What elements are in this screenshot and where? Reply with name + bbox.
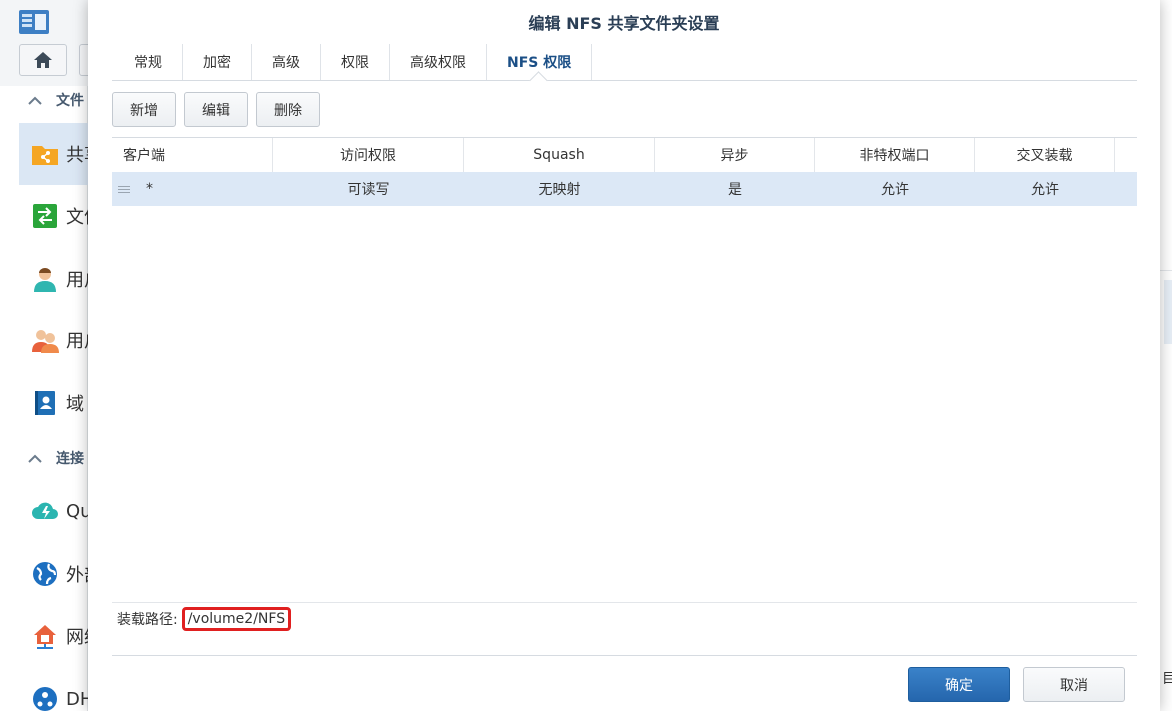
mount-path-value: /volume2/NFS — [181, 607, 292, 631]
sidebar-item-external-access[interactable]: 外部 — [19, 543, 88, 605]
column-header-async[interactable]: 异步 — [655, 138, 815, 172]
cancel-button[interactable]: 取消 — [1023, 667, 1125, 702]
column-header-spacer — [1115, 138, 1137, 172]
section-label: 连接 — [56, 451, 84, 467]
section-connectivity[interactable]: 连接 — [0, 445, 88, 471]
file-services-icon — [33, 204, 57, 228]
sidebar-item-label: 用户 — [66, 331, 88, 352]
sidebar-item-label: 网络 — [66, 627, 88, 648]
tab-bar: 常规 加密 高级 权限 高级权限 NFS 权限 — [112, 44, 1137, 81]
toolbar: 新增 编辑 删除 — [112, 92, 320, 127]
cell-non-privileged-port: 允许 — [881, 182, 909, 198]
divider — [1160, 270, 1172, 271]
table-header: 客户端 访问权限 Squash 异步 非特权端口 交叉装载 — [112, 138, 1137, 172]
mount-path-label: 装载路径: — [117, 612, 178, 628]
cell-squash: 无映射 — [538, 182, 581, 198]
sidebar-item-label: Qu — [66, 500, 88, 522]
dhcp-icon — [33, 687, 57, 711]
section-file-sharing[interactable]: 文件 — [0, 87, 88, 113]
cell-cross-mount: 允许 — [1031, 182, 1059, 198]
client-value: * — [146, 181, 153, 197]
sidebar-item-quickconnect[interactable]: Qu — [19, 480, 88, 542]
external-access-icon — [33, 562, 57, 586]
edit-button[interactable]: 编辑 — [184, 92, 248, 127]
mount-path-row: 装载路径: /volume2/NFS — [117, 604, 292, 634]
dialog-title: 编辑 NFS 共享文件夹设置 — [528, 14, 720, 33]
tab-encryption[interactable]: 加密 — [183, 44, 252, 80]
sidebar-item-user[interactable]: 用户 — [19, 248, 88, 310]
nfs-rules-table: 客户端 访问权限 Squash 异步 非特权端口 交叉装载 * 可读写 无映射 … — [112, 137, 1137, 603]
selected-row-edge — [1164, 280, 1172, 344]
sidebar-header — [0, 0, 99, 86]
add-button[interactable]: 新增 — [112, 92, 176, 127]
sidebar-item-group[interactable]: 用户 — [19, 309, 88, 371]
cell-async: 是 — [728, 182, 742, 198]
sidebar-item-label: 共享 — [66, 145, 88, 166]
cell-access: 可读写 — [347, 182, 390, 198]
column-header-cross-mount[interactable]: 交叉装载 — [975, 138, 1115, 172]
sidebar-item-label: 外部 — [66, 565, 88, 586]
column-header-non-privileged-port[interactable]: 非特权端口 — [815, 138, 975, 172]
background-content-edge: 目 — [1160, 0, 1172, 711]
sidebar-item-label: 用户 — [66, 270, 88, 291]
home-button[interactable] — [19, 44, 67, 76]
sidebar-item-domain[interactable]: 域 — [19, 372, 88, 434]
sidebar-item-shared-folder[interactable]: 共享 — [19, 123, 88, 185]
column-header-squash[interactable]: Squash — [464, 138, 655, 172]
background-text: 目 — [1162, 671, 1172, 687]
tab-general[interactable]: 常规 — [112, 44, 183, 80]
sidebar-item-label: 域 — [66, 394, 84, 415]
quickconnect-icon — [32, 502, 58, 519]
column-header-access[interactable]: 访问权限 — [273, 138, 464, 172]
drag-handle-icon[interactable] — [118, 185, 130, 193]
chevron-up-icon — [28, 96, 46, 105]
edit-nfs-dialog: 编辑 NFS 共享文件夹设置 常规 加密 高级 权限 高级权限 NFS 权限 新… — [88, 0, 1160, 711]
sidebar-item-label: DH — [66, 688, 88, 710]
sidebar-item-file-services[interactable]: 文件 — [19, 185, 88, 247]
sidebar-item-label: 文件 — [66, 207, 88, 228]
tab-advanced[interactable]: 高级 — [252, 44, 321, 80]
divider — [112, 655, 1137, 656]
cell-spacer — [1115, 172, 1137, 206]
sidebar: 文件 共享 文件 用户 — [0, 0, 99, 711]
section-label: 文件 — [56, 93, 84, 109]
cell-client: * — [112, 172, 273, 206]
tab-advanced-permissions[interactable]: 高级权限 — [390, 44, 487, 80]
shared-folder-icon — [32, 146, 58, 165]
ok-button[interactable]: 确定 — [908, 667, 1010, 702]
home-icon — [34, 52, 52, 68]
column-header-client[interactable]: 客户端 — [112, 138, 273, 172]
delete-button[interactable]: 删除 — [256, 92, 320, 127]
chevron-up-icon — [28, 454, 46, 463]
table-row[interactable]: * 可读写 无映射 是 允许 允许 — [112, 172, 1137, 206]
user-icon — [34, 268, 56, 292]
sidebar-item-dhcp[interactable]: DH — [19, 668, 88, 711]
domain-icon — [35, 391, 55, 415]
control-panel-logo-icon — [19, 10, 49, 34]
sidebar-item-network[interactable]: 网络 — [19, 605, 88, 667]
tab-permissions[interactable]: 权限 — [321, 44, 390, 80]
tab-nfs-permissions[interactable]: NFS 权限 — [487, 44, 593, 80]
network-icon — [34, 625, 56, 649]
group-icon — [32, 330, 59, 353]
